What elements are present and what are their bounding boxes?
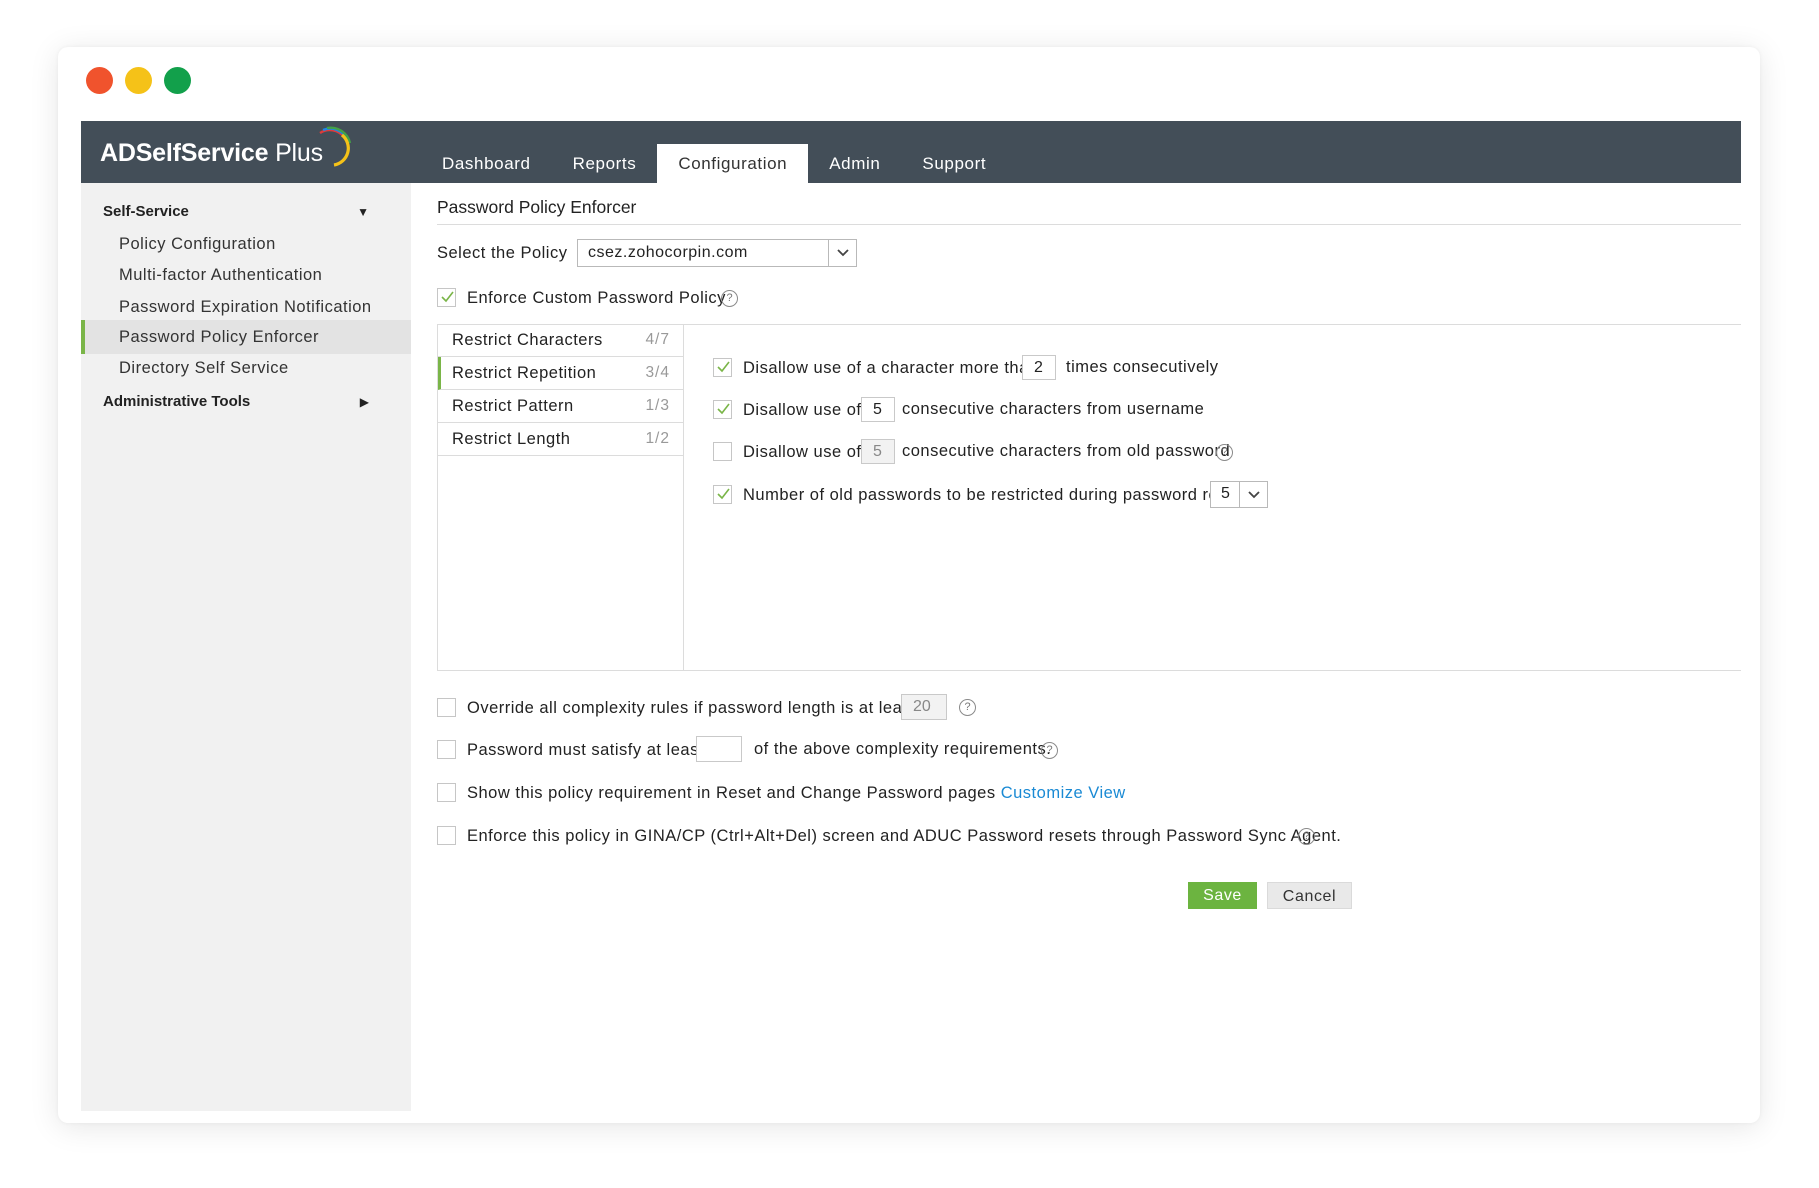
sidebar-item-directory-self-service[interactable]: Directory Self Service [81, 351, 411, 385]
tab-configuration[interactable]: Configuration [657, 144, 809, 183]
opt2-checkbox[interactable] [713, 400, 732, 419]
opt1-checkbox[interactable] [713, 358, 732, 377]
sidebar-item-policy-configuration[interactable]: Policy Configuration [81, 227, 411, 261]
old-passwords-select[interactable]: 5 [1210, 481, 1268, 508]
select-policy-label: Select the Policy [437, 244, 568, 262]
app-frame: ADSelfService Plus Dashboard Reports Con… [81, 121, 1741, 1111]
gina-label: Enforce this policy in GINA/CP (Ctrl+Alt… [467, 827, 1342, 845]
customize-view-link[interactable]: Customize View [1001, 784, 1126, 802]
opt1-value-input[interactable]: 2 [1022, 355, 1056, 380]
sidebar-group-administrative-tools[interactable]: Administrative Tools ▶ [103, 393, 391, 410]
help-icon[interactable]: ? [959, 699, 976, 716]
help-icon[interactable]: ? [1216, 444, 1233, 461]
logo-arc-icon [319, 126, 352, 167]
tab-reports[interactable]: Reports [552, 144, 658, 183]
chevron-down-icon [1239, 482, 1267, 507]
enforce-custom-policy-label: Enforce Custom Password Policy [467, 289, 726, 307]
override-checkbox[interactable] [437, 698, 456, 717]
sidebar-item-password-expiration-notification[interactable]: Password Expiration Notification [81, 290, 411, 324]
caret-right-icon: ▶ [359, 395, 369, 409]
opt3-suffix: consecutive characters from old password [902, 442, 1231, 460]
help-icon[interactable]: ? [1041, 742, 1058, 759]
save-button[interactable]: Save [1188, 882, 1257, 909]
rule-tab-restrict-characters[interactable]: Restrict Characters 4/7 [438, 324, 683, 357]
rule-tab-restrict-length[interactable]: Restrict Length 1/2 [438, 423, 683, 456]
sidebar-item-password-policy-enforcer[interactable]: Password Policy Enforcer [81, 320, 411, 354]
divider [437, 224, 1741, 225]
help-icon[interactable]: ? [1298, 828, 1315, 845]
opt3-value-input[interactable]: 5 [861, 439, 895, 464]
override-length-input[interactable]: 20 [901, 694, 947, 720]
override-label: Override all complexity rules if passwor… [467, 699, 917, 717]
page-title: Password Policy Enforcer [437, 197, 637, 217]
opt4-checkbox[interactable] [713, 485, 732, 504]
satisfy-suffix: of the above complexity requirements. [754, 740, 1052, 758]
tab-support[interactable]: Support [901, 144, 1007, 183]
browser-window: ADSelfService Plus Dashboard Reports Con… [58, 47, 1760, 1123]
rule-tab-restrict-pattern[interactable]: Restrict Pattern 1/3 [438, 390, 683, 423]
satisfy-count-input[interactable] [696, 736, 742, 762]
product-logo[interactable]: ADSelfService Plus [100, 139, 323, 168]
help-icon[interactable]: ? [721, 290, 738, 307]
sidebar-item-multi-factor-authentication[interactable]: Multi-factor Authentication [81, 258, 411, 292]
close-window-button[interactable] [86, 67, 113, 94]
top-navigation-bar: ADSelfService Plus Dashboard Reports Con… [81, 121, 1741, 183]
tab-dashboard[interactable]: Dashboard [421, 144, 552, 183]
minimize-window-button[interactable] [125, 67, 152, 94]
opt2-value-input[interactable]: 5 [861, 397, 895, 422]
cancel-button[interactable]: Cancel [1267, 882, 1352, 909]
show-requirement-checkbox[interactable] [437, 783, 456, 802]
main-tabs: Dashboard Reports Configuration Admin Su… [421, 144, 1007, 183]
opt3-label: Disallow use of [743, 443, 862, 461]
satisfy-label: Password must satisfy at least [467, 741, 704, 759]
sidebar-group-self-service[interactable]: Self-Service ▼ [103, 203, 391, 220]
maximize-window-button[interactable] [164, 67, 191, 94]
chevron-down-icon [828, 240, 856, 266]
enforce-custom-policy-checkbox[interactable] [437, 288, 456, 307]
window-controls [86, 67, 191, 94]
satisfy-checkbox[interactable] [437, 740, 456, 759]
opt3-checkbox[interactable] [713, 442, 732, 461]
tab-admin[interactable]: Admin [808, 144, 901, 183]
rule-category-list: Restrict Characters 4/7 Restrict Repetiti… [437, 324, 684, 671]
policy-select[interactable]: csez.zohocorpin.com [577, 239, 857, 267]
main-content: Password Policy Enforcer Select the Poli… [411, 183, 1741, 1111]
opt1-suffix: times consecutively [1066, 358, 1219, 376]
rule-tab-restrict-repetition[interactable]: Restrict Repetition 3/4 [438, 357, 683, 390]
gina-checkbox[interactable] [437, 826, 456, 845]
opt2-label: Disallow use of [743, 401, 862, 419]
show-requirement-label: Show this policy requirement in Reset an… [467, 784, 1126, 802]
opt4-label: Number of old passwords to be restricted… [743, 486, 1242, 504]
opt1-label: Disallow use of a character more than [743, 359, 1039, 377]
sidebar: Self-Service ▼ Policy Configuration Mult… [81, 183, 411, 1111]
caret-down-icon: ▼ [357, 205, 369, 219]
opt2-suffix: consecutive characters from username [902, 400, 1205, 418]
